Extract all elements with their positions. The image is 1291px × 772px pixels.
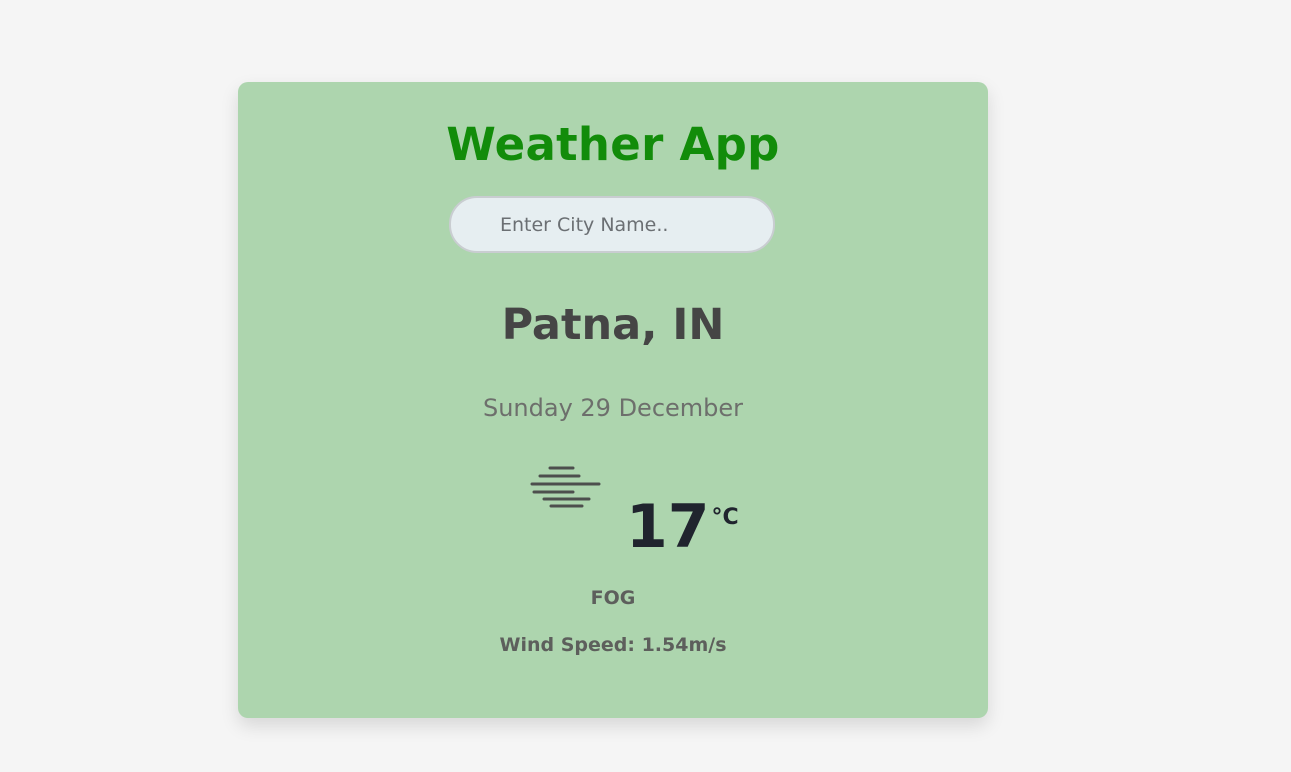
city-search-input[interactable]: [449, 196, 775, 253]
wind-speed-label: Wind Speed:: [499, 634, 642, 656]
city-name: Patna, IN: [501, 300, 725, 350]
wind-speed-value: 1.54m/s: [641, 634, 727, 656]
wind-speed: Wind Speed: 1.54m/s: [238, 634, 988, 656]
weather-condition: FOG: [590, 587, 636, 609]
temperature-value: 17: [626, 492, 710, 562]
temperature-display: 17 °C: [626, 492, 739, 562]
temperature-unit: °C: [711, 505, 739, 530]
fog-icon: [530, 466, 601, 508]
app-title: Weather App: [446, 118, 780, 171]
current-date: Sunday 29 December: [482, 394, 744, 422]
weather-card: Weather App Patna, IN Sunday 29 December…: [238, 82, 988, 718]
